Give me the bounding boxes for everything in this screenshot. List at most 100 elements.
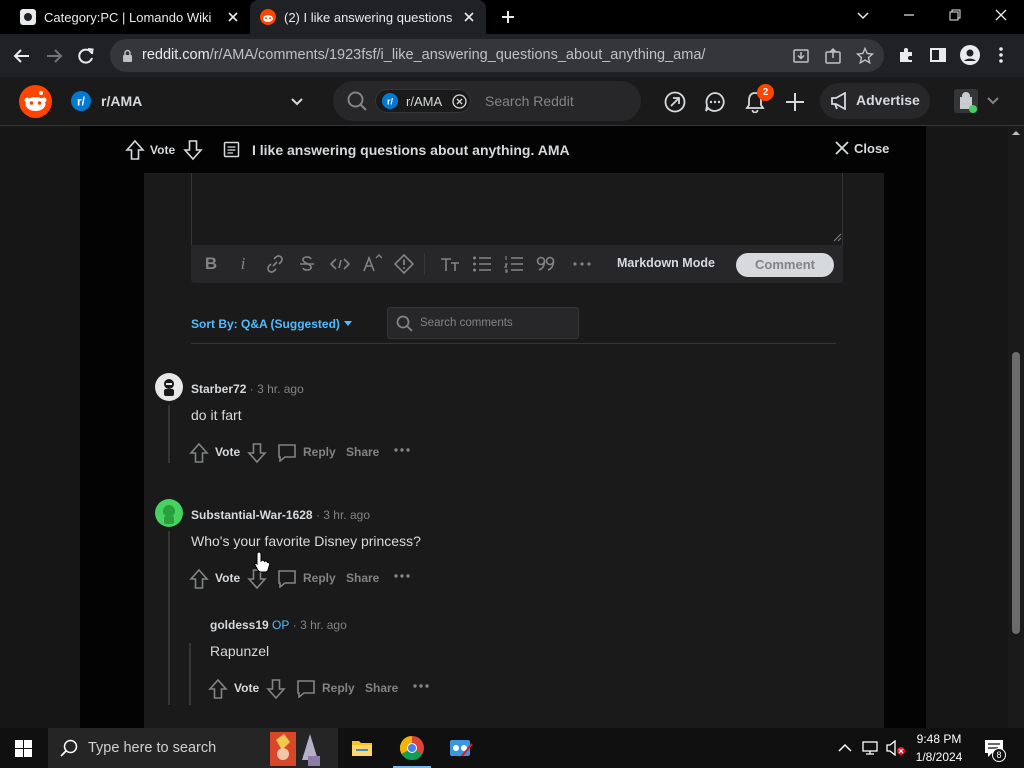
close-tab-icon[interactable] bbox=[226, 10, 240, 24]
search-scope-chip[interactable]: r/ r/AMA bbox=[375, 89, 471, 113]
snipping-tool-icon[interactable] bbox=[448, 736, 474, 760]
downvote-icon[interactable] bbox=[247, 442, 267, 464]
downvote-icon[interactable] bbox=[266, 678, 286, 700]
reddit-logo-icon[interactable] bbox=[19, 85, 52, 118]
markdown-mode-button[interactable]: Markdown Mode bbox=[617, 256, 715, 270]
browser-tab-wiki[interactable]: Category:PC | Lomando Wiki | Fa bbox=[10, 0, 250, 34]
italic-icon[interactable]: i bbox=[232, 254, 254, 274]
reply-author[interactable]: goldess19 OP · 3 hr. ago bbox=[210, 618, 347, 632]
resize-handle-icon[interactable] bbox=[833, 233, 842, 242]
numbered-list-icon[interactable] bbox=[504, 255, 524, 273]
comment-search-field[interactable]: Search comments bbox=[387, 307, 579, 339]
share-button[interactable]: Share bbox=[346, 571, 379, 585]
share-button[interactable]: Share bbox=[346, 445, 379, 459]
url-text[interactable]: reddit.com/r/AMA/comments/1923fsf/i_like… bbox=[142, 47, 705, 63]
search-placeholder[interactable]: Search Reddit bbox=[485, 93, 574, 109]
close-tab-icon[interactable] bbox=[462, 10, 476, 24]
quote-block-icon[interactable] bbox=[536, 255, 556, 273]
remove-chip-icon[interactable] bbox=[452, 94, 467, 109]
downvote-icon[interactable] bbox=[183, 139, 203, 161]
upvote-icon[interactable] bbox=[125, 139, 145, 161]
subreddit-name[interactable]: r/AMA bbox=[101, 93, 142, 109]
reply-bubble-icon[interactable] bbox=[277, 443, 297, 462]
comment-submit-button[interactable]: Comment bbox=[736, 253, 834, 277]
reddit-header: r/ r/AMA r/ r/AMA Search Reddit 2 Advert… bbox=[0, 77, 1024, 126]
heading-icon[interactable] bbox=[440, 255, 460, 273]
back-icon[interactable] bbox=[13, 47, 31, 65]
inline-code-icon[interactable] bbox=[330, 255, 350, 273]
reply-thread-line[interactable] bbox=[189, 643, 191, 705]
reply-button[interactable]: Reply bbox=[303, 445, 336, 459]
create-post-plus-icon[interactable] bbox=[784, 91, 806, 113]
user-menu-chevron-icon[interactable] bbox=[986, 94, 1000, 108]
tab-search-chevron-icon[interactable] bbox=[856, 8, 870, 22]
popular-arrow-icon[interactable] bbox=[664, 91, 686, 113]
minimize-icon[interactable] bbox=[902, 8, 916, 22]
address-bar[interactable]: reddit.com/r/AMA/comments/1923fsf/i_like… bbox=[110, 39, 884, 72]
windows-start-icon[interactable] bbox=[15, 740, 32, 757]
bookmark-star-icon[interactable] bbox=[856, 47, 874, 65]
comment-thread-line[interactable] bbox=[168, 405, 170, 463]
file-explorer-icon[interactable] bbox=[351, 737, 373, 759]
install-app-icon[interactable] bbox=[792, 47, 810, 65]
comment-author[interactable]: Substantial-War-1628 · 3 hr. ago bbox=[191, 508, 370, 522]
post-title: I like answering questions about anythin… bbox=[252, 142, 570, 158]
page-scrollbar[interactable] bbox=[1008, 126, 1024, 728]
taskbar-search-box[interactable]: Type here to search bbox=[48, 728, 338, 768]
extensions-puzzle-icon[interactable] bbox=[897, 46, 915, 64]
chrome-menu-icon[interactable] bbox=[996, 46, 1006, 64]
profile-icon[interactable] bbox=[960, 45, 980, 65]
search-highlight-icon bbox=[266, 730, 332, 766]
more-options-icon[interactable] bbox=[393, 447, 411, 453]
advertise-button[interactable]: Advertise bbox=[820, 83, 930, 119]
reply-actions: Vote Reply Share bbox=[208, 677, 448, 701]
close-post-icon[interactable] bbox=[834, 140, 850, 156]
comments-divider bbox=[191, 343, 836, 344]
browser-tab-reddit[interactable]: (2) I like answering questions ab bbox=[250, 0, 486, 34]
comment-author[interactable]: Starber72 · 3 hr. ago bbox=[191, 382, 304, 396]
reload-icon[interactable] bbox=[77, 47, 95, 65]
clock-date[interactable]: 1/8/2024 bbox=[912, 750, 966, 764]
restore-icon[interactable] bbox=[948, 8, 962, 22]
new-tab-icon[interactable] bbox=[500, 9, 516, 25]
chat-icon[interactable] bbox=[704, 91, 726, 113]
reply-bubble-icon[interactable] bbox=[296, 679, 316, 698]
upvote-icon[interactable] bbox=[189, 568, 209, 590]
reply-button[interactable]: Reply bbox=[322, 681, 355, 695]
share-button[interactable]: Share bbox=[365, 681, 398, 695]
reddit-search-bar[interactable]: r/ r/AMA Search Reddit bbox=[333, 81, 641, 121]
strikethrough-icon[interactable] bbox=[298, 255, 316, 273]
user-avatar[interactable] bbox=[954, 89, 978, 113]
sort-caret-icon[interactable] bbox=[343, 320, 353, 328]
clock-time[interactable]: 9:48 PM bbox=[916, 732, 962, 746]
spoiler-icon[interactable] bbox=[394, 254, 414, 274]
chrome-taskbar-icon[interactable] bbox=[400, 736, 424, 760]
show-hidden-icons-chevron-icon[interactable] bbox=[838, 742, 852, 754]
sort-dropdown[interactable]: Sort By: Q&A (Suggested) bbox=[191, 317, 340, 331]
scrollbar-thumb[interactable] bbox=[1012, 352, 1020, 634]
more-formatting-icon[interactable] bbox=[572, 256, 592, 272]
scroll-up-arrow-icon[interactable] bbox=[1011, 130, 1021, 136]
bold-icon[interactable]: B bbox=[200, 254, 222, 274]
side-panel-icon[interactable] bbox=[929, 46, 947, 64]
more-options-icon[interactable] bbox=[412, 683, 430, 689]
upvote-icon[interactable] bbox=[208, 678, 228, 700]
more-options-icon[interactable] bbox=[393, 573, 411, 579]
share-icon[interactable] bbox=[824, 47, 842, 65]
volume-muted-icon[interactable] bbox=[886, 740, 906, 756]
network-icon[interactable] bbox=[862, 740, 880, 756]
window-close-icon[interactable] bbox=[994, 8, 1008, 22]
superscript-icon[interactable] bbox=[362, 254, 382, 273]
comment-thread-line[interactable] bbox=[168, 531, 170, 705]
bulleted-list-icon[interactable] bbox=[472, 255, 492, 273]
close-label[interactable]: Close bbox=[854, 141, 889, 156]
reply-bubble-icon[interactable] bbox=[277, 569, 297, 588]
avatar[interactable] bbox=[155, 373, 183, 401]
community-dropdown-chevron-icon[interactable] bbox=[290, 95, 304, 109]
forward-icon[interactable] bbox=[45, 47, 63, 65]
avatar[interactable] bbox=[155, 499, 183, 527]
link-icon[interactable] bbox=[266, 255, 284, 273]
upvote-icon[interactable] bbox=[189, 442, 209, 464]
lock-icon[interactable] bbox=[122, 49, 133, 62]
reply-button[interactable]: Reply bbox=[303, 571, 336, 585]
